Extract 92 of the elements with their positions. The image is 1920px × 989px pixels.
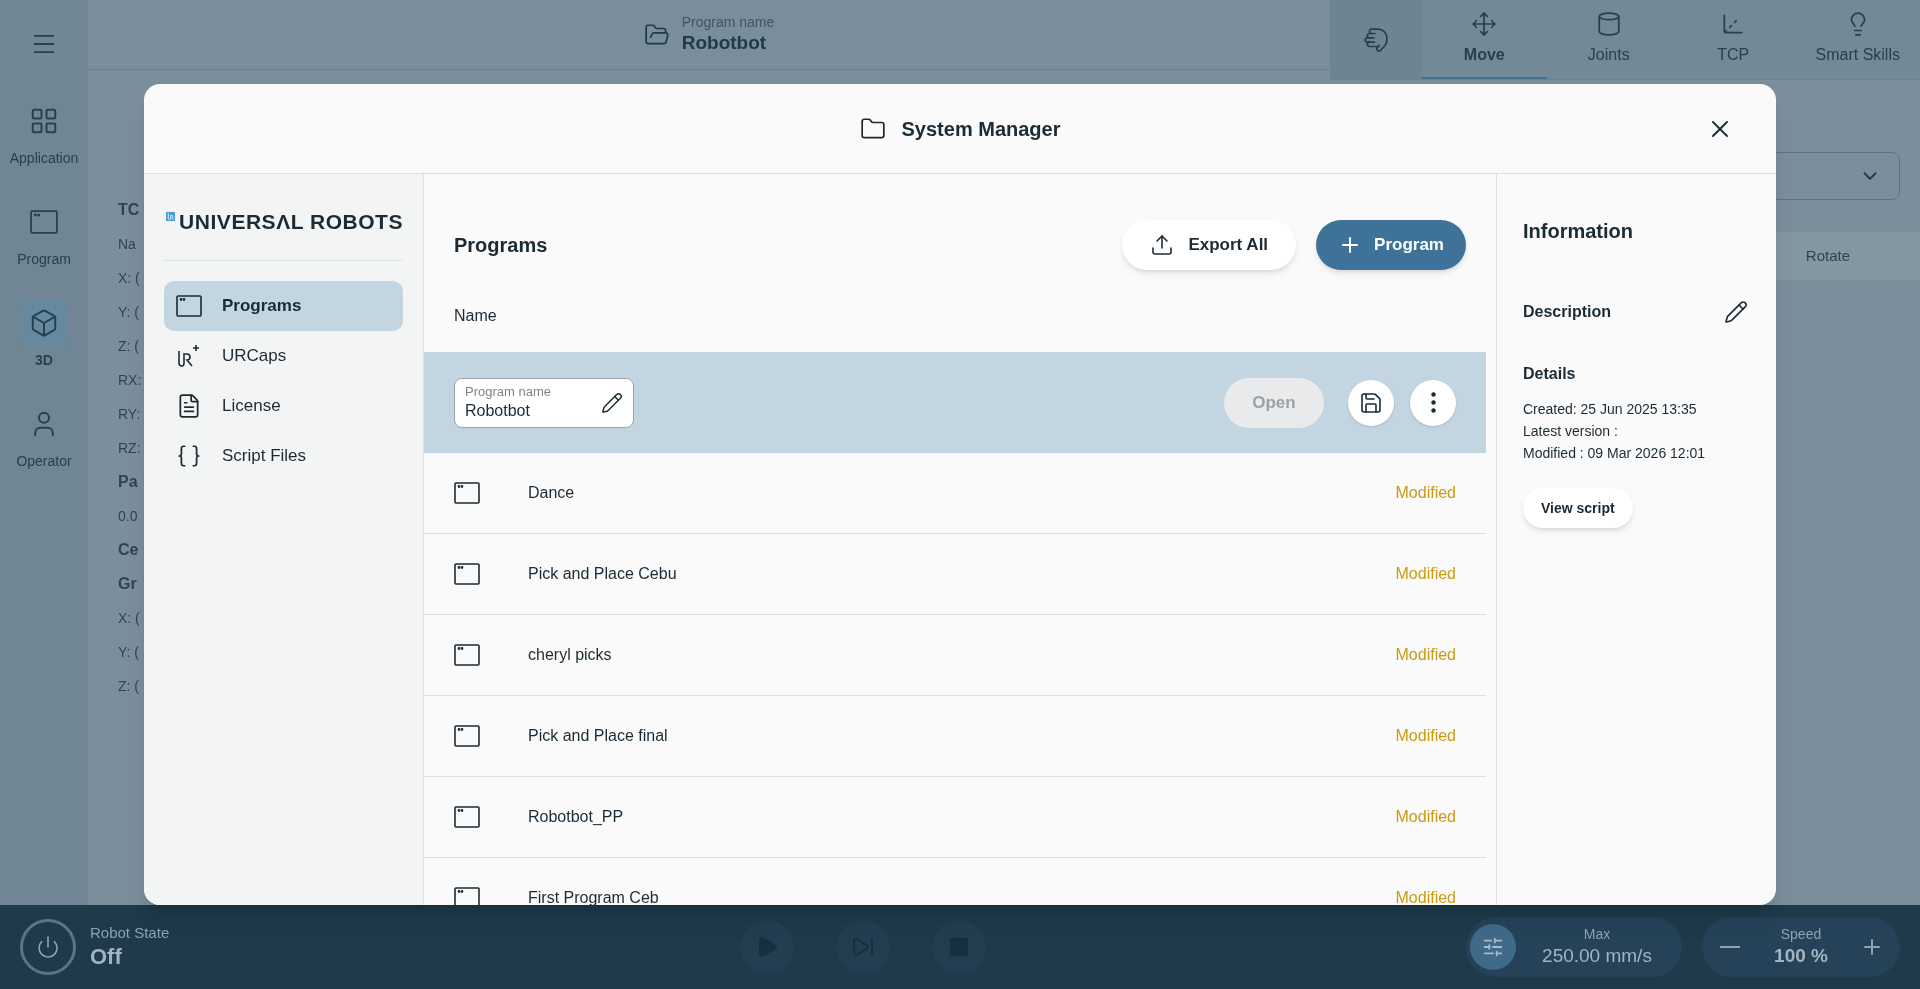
field-value: Robotbot bbox=[465, 400, 531, 421]
status-label: Modified bbox=[1395, 888, 1456, 905]
program-name: cheryl picks bbox=[528, 645, 613, 665]
program-name: Robotbot_PP bbox=[528, 807, 625, 827]
section-heading: Pa bbox=[118, 472, 138, 492]
field-value: Na bbox=[118, 235, 136, 254]
program-name-field[interactable]: Program name Robotbot bbox=[454, 377, 634, 428]
joint-icon bbox=[1595, 10, 1622, 37]
save-button[interactable] bbox=[1348, 379, 1394, 426]
program-icon bbox=[454, 482, 480, 504]
status-label: Modified bbox=[1395, 645, 1456, 665]
status-label: Modified bbox=[1395, 807, 1456, 827]
speed-label: Speed bbox=[1780, 926, 1822, 944]
program-row[interactable]: Robotbot_PP Modified bbox=[424, 777, 1486, 858]
detail-line: Latest version : bbox=[1523, 422, 1619, 441]
field-label: Program name bbox=[465, 384, 552, 401]
program-name: Robotbot bbox=[681, 31, 768, 56]
sidebar-item[interactable]: License bbox=[164, 380, 403, 431]
program-icon bbox=[30, 210, 58, 234]
status-label: Modified bbox=[1395, 483, 1456, 503]
detail-line: Created: 25 Jun 2025 13:35 bbox=[1523, 400, 1698, 419]
section-title: Programs bbox=[454, 233, 549, 258]
speed-settings-button[interactable] bbox=[1470, 924, 1516, 970]
status-label: Modified bbox=[1395, 564, 1456, 584]
more-button[interactable] bbox=[1410, 379, 1456, 426]
selected-row[interactable]: Program name Robotbot Open bbox=[424, 352, 1486, 453]
field-value: RZ: bbox=[118, 439, 141, 458]
urcaps-icon bbox=[176, 342, 202, 369]
power-button[interactable] bbox=[20, 919, 76, 975]
sliders-icon bbox=[1482, 936, 1504, 958]
field-value: 0.0 bbox=[118, 507, 138, 526]
move-arrows-icon bbox=[1471, 10, 1498, 37]
document-icon bbox=[176, 392, 202, 419]
upload-icon bbox=[1150, 233, 1175, 257]
grid-icon bbox=[29, 106, 59, 136]
field-value: Y: ( bbox=[118, 303, 139, 322]
sidebar-item[interactable]: Programs bbox=[164, 280, 403, 331]
field-value: X: ( bbox=[118, 609, 140, 628]
status-label: Modified bbox=[1395, 726, 1456, 746]
section-heading: TC bbox=[118, 200, 140, 220]
pencil-icon bbox=[1724, 300, 1748, 324]
speed-value: 100 % bbox=[1774, 943, 1828, 968]
detail-line: Modified : 09 Mar 2026 12:01 bbox=[1523, 444, 1707, 463]
cube-icon bbox=[29, 308, 59, 338]
minus-icon bbox=[1720, 946, 1740, 948]
folder-icon bbox=[859, 115, 886, 142]
field-value: Z: ( bbox=[118, 677, 139, 696]
program-name-label: Program name bbox=[681, 13, 775, 32]
max-label: Max bbox=[1583, 926, 1611, 944]
panel-title: Information bbox=[1523, 219, 1634, 244]
pencil-icon bbox=[601, 391, 623, 414]
freedrive-button[interactable] bbox=[1330, 0, 1422, 79]
program-row[interactable]: cheryl picks Modified bbox=[424, 615, 1486, 696]
view-script-button[interactable]: View script bbox=[1523, 488, 1633, 528]
logo-text: UNIVERSΛL ROBOTS bbox=[179, 209, 403, 235]
field-value: RX: bbox=[118, 371, 142, 390]
program-icon bbox=[176, 294, 202, 317]
program-name: Pick and Place final bbox=[528, 726, 669, 746]
export-all-button[interactable]: Export All bbox=[1122, 220, 1297, 270]
program-icon bbox=[454, 644, 480, 666]
folder-icon bbox=[643, 21, 670, 48]
program-icon bbox=[454, 806, 480, 828]
program-row[interactable]: Pick and Place Cebu Modified bbox=[424, 534, 1486, 615]
power-icon bbox=[36, 935, 60, 959]
description-label: Description bbox=[1523, 302, 1611, 322]
edit-description-button[interactable] bbox=[1722, 298, 1750, 326]
program-row[interactable]: Dance Modified bbox=[424, 453, 1486, 534]
field-value: X: ( bbox=[118, 269, 140, 288]
max-value: 250.00 mm/s bbox=[1542, 943, 1652, 968]
dialog-title: System Manager bbox=[901, 116, 1061, 142]
robot-state-label: Robot State bbox=[90, 923, 170, 943]
section-heading: Gr bbox=[118, 574, 137, 594]
column-header: Name bbox=[453, 306, 498, 326]
sidebar-item[interactable]: URCaps bbox=[164, 330, 403, 381]
program-row[interactable]: Pick and Place final Modified bbox=[424, 696, 1486, 777]
sidebar-item[interactable]: Script Files bbox=[164, 430, 403, 481]
more-icon bbox=[1430, 392, 1436, 413]
field-value: Y: ( bbox=[118, 643, 139, 662]
field-value: Z: ( bbox=[118, 337, 139, 356]
robot-state: Off bbox=[90, 942, 123, 971]
save-icon bbox=[1359, 390, 1383, 415]
program-name: Pick and Place Cebu bbox=[528, 564, 678, 584]
program-icon bbox=[454, 887, 480, 905]
section-heading: Ce bbox=[118, 540, 139, 560]
hand-icon bbox=[1363, 26, 1389, 53]
details-label: Details bbox=[1523, 364, 1577, 384]
new-program-button[interactable]: Program bbox=[1316, 220, 1466, 270]
program-icon bbox=[454, 725, 480, 747]
field-value: RY: bbox=[118, 405, 141, 424]
program-icon bbox=[454, 563, 480, 585]
braces-icon bbox=[176, 442, 202, 469]
program-name: Dance bbox=[528, 483, 576, 503]
